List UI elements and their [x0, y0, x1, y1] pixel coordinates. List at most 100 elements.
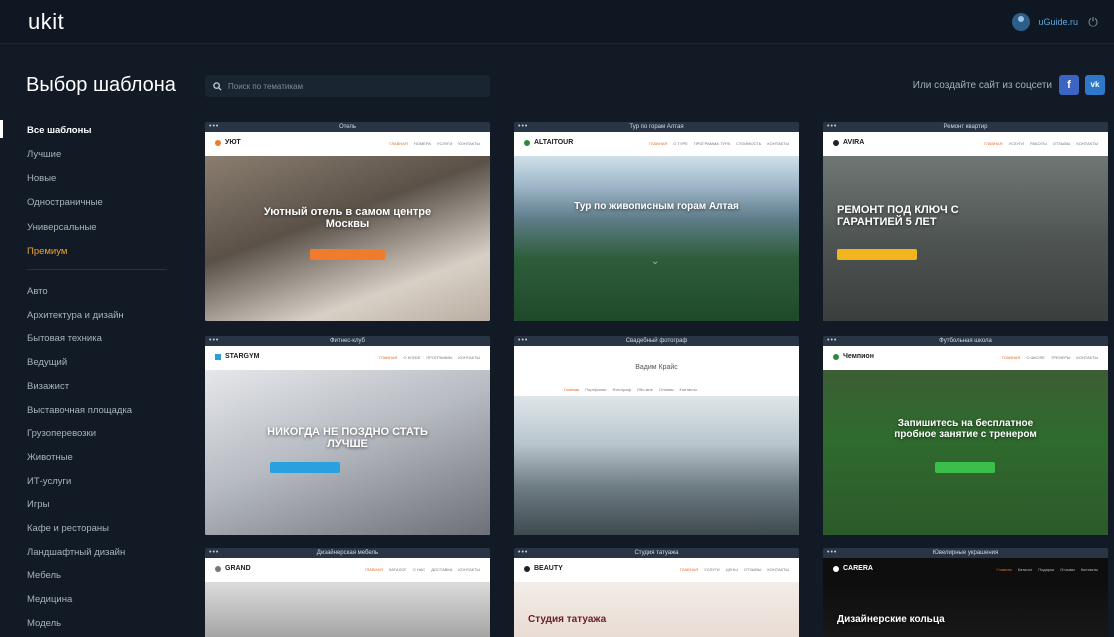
preview-nav-link: КОНТАКТЫ: [767, 141, 789, 146]
sidebar-category[interactable]: ИТ-услуги: [27, 476, 71, 487]
preview-hero: [205, 582, 490, 637]
preview-hero: [514, 396, 799, 535]
preview-nav: Чемпион ГЛАВНАЯ О ШКОЛЕ ТРЕНЕРЫ КОНТАКТЫ: [823, 346, 1108, 370]
template-preview: ALTAITOUR ГЛАВНАЯ О ТУРЕ ПРОГРАММА ТУРА СТОИ…: [514, 132, 799, 321]
preview-nav-links: Главная Портфолио Фотограф Обо мне Отзывы Кон…: [564, 387, 697, 392]
preview-nav-link: Контакты: [679, 387, 697, 392]
template-card[interactable]: ••• Тур по горам Алтая ALTAITOUR ГЛАВНАЯ О Т…: [514, 122, 799, 321]
preview-nav-link: Каталог: [1017, 567, 1033, 572]
sidebar-category[interactable]: Кафе и рестораны: [27, 523, 109, 534]
card-header: ••• Тур по горам Алтая: [514, 122, 799, 132]
preview-nav-link: КАТАЛОГ: [388, 567, 407, 572]
template-card[interactable]: ••• Фитнес-клуб STARGYM ГЛАВНАЯ О КЛУБЕ ПРОГР…: [205, 336, 490, 535]
sidebar-category[interactable]: Архитектура и дизайн: [27, 310, 124, 321]
sidebar-category[interactable]: Ландшафтный дизайн: [27, 547, 125, 558]
preview-nav-links: ГЛАВНАЯ НОМЕРА УСЛУГИ КОНТАКТЫ: [389, 141, 480, 146]
preview-nav-link: Фотограф: [612, 387, 631, 392]
preview-nav: AVIRA ГЛАВНАЯ УСЛУГИ РАБОТЫ ОТЗЫВЫ КОНТАКТЫ: [823, 132, 1108, 156]
sidebar-category[interactable]: Животные: [27, 452, 73, 463]
template-card[interactable]: ••• Свадебный фотограф Вадим Крайс Главная П…: [514, 336, 799, 535]
preview-nav-link: Подарки: [1038, 567, 1055, 572]
preview-nav-link: ГЛАВНАЯ: [648, 141, 668, 146]
preview-brand: BEAUTY: [524, 565, 563, 572]
preview-nav-link: ОТЗЫВЫ: [1052, 141, 1071, 146]
preview-nav: CARERA Главная Каталог Подарки Отзывы Контакт…: [823, 558, 1108, 582]
sidebar-category[interactable]: Выставочная площадка: [27, 405, 132, 416]
template-card[interactable]: ••• Футбольная школа Чемпион ГЛАВНАЯ О ШКОЛЕ…: [823, 336, 1108, 535]
facebook-button[interactable]: f: [1059, 75, 1079, 95]
preview-nav-link: РАБОТЫ: [1029, 141, 1047, 146]
brand-name: GRAND: [225, 565, 251, 572]
preview-cta-button: [270, 462, 340, 473]
brand-logo-icon: [215, 139, 221, 146]
sidebar-item[interactable]: Новые: [27, 173, 56, 184]
preview-nav-link: СТОИМОСТЬ: [736, 141, 762, 146]
card-header: ••• Футбольная школа: [823, 336, 1108, 346]
card-header: ••• Отель: [205, 122, 490, 132]
brand-logo-icon: [524, 139, 530, 146]
template-card[interactable]: ••• Дизайнерская мебель GRAND ГЛАВНАЯ КАТАЛО…: [205, 548, 490, 637]
brand-name: BEAUTY: [534, 565, 563, 572]
card-header: ••• Студия татуажа: [514, 548, 799, 558]
sidebar-category[interactable]: Модель: [27, 618, 61, 629]
sidebar-category[interactable]: Игры: [27, 499, 49, 510]
preview-cta-button: [310, 249, 385, 260]
sidebar-item[interactable]: Одностраничные: [27, 197, 103, 208]
preview-nav-link: ГЛАВНАЯ: [1001, 355, 1021, 360]
power-icon[interactable]: ⏻: [1086, 15, 1100, 29]
preview-nav-link: КОНТАКТЫ: [767, 567, 789, 572]
brand-name: УЮТ: [225, 139, 241, 146]
avatar-icon[interactable]: [1012, 13, 1031, 31]
preview-hero-title: Уютный отель в самом центре Москвы: [263, 206, 432, 230]
sidebar-item[interactable]: Лучшие: [27, 149, 61, 160]
brand-logo-icon: [833, 353, 839, 360]
search-input[interactable]: [228, 81, 478, 91]
template-preview: CARERA Главная Каталог Подарки Отзывы Контакт…: [823, 558, 1108, 637]
preview-nav-link: КОНТАКТЫ: [1076, 141, 1098, 146]
user-menu[interactable]: uGuide.ru ⏻: [1012, 13, 1100, 31]
preview-nav-link: О КЛУБЕ: [403, 355, 421, 360]
template-card[interactable]: ••• Студия татуажа BEAUTY ГЛАВНАЯ УСЛУГИ ЦЕНЫ…: [514, 548, 799, 637]
template-card[interactable]: ••• Ремонт квартир AVIRA ГЛАВНАЯ УСЛУГИ РАБОТ…: [823, 122, 1108, 321]
ukit-logo[interactable]: ukit: [28, 9, 64, 35]
preview-nav-link: ГЛАВНАЯ: [364, 567, 383, 572]
sidebar-category[interactable]: Медицина: [27, 594, 72, 605]
sidebar-category[interactable]: Бытовая техника: [27, 333, 102, 344]
sidebar-category[interactable]: Грузоперевозки: [27, 428, 96, 439]
sidebar-divider: [27, 269, 167, 270]
preview-nav-link: ДОСТАВКА: [431, 567, 453, 572]
preview-nav-links: ГЛАВНАЯ УСЛУГИ ЦЕНЫ ОТЗЫВЫ КОНТАКТЫ: [680, 567, 789, 572]
template-card[interactable]: ••• Отель УЮТ ГЛАВНАЯ НОМЕРА УСЛУГИ КОНТАКТЫ Ую…: [205, 122, 490, 321]
preview-nav-links: ГЛАВНАЯ О КЛУБЕ ПРОГРАММЫ КОНТАКТЫ: [379, 355, 480, 360]
vk-button[interactable]: vk: [1085, 75, 1105, 95]
sidebar-category[interactable]: Ведущий: [27, 357, 67, 368]
search-box[interactable]: [205, 75, 490, 97]
sidebar-item[interactable]: Универсальные: [27, 222, 97, 233]
preview-nav-link: Отзывы: [658, 387, 674, 392]
preview-brand: CARERA: [833, 565, 873, 572]
card-title: Отель: [338, 124, 357, 130]
preview-nav-link: Портфолио: [585, 387, 607, 392]
card-header: ••• Свадебный фотограф: [514, 336, 799, 346]
preview-brand: Чемпион: [833, 353, 874, 360]
card-title: Фитнес-клуб: [329, 338, 365, 344]
sidebar-item[interactable]: Премиум: [27, 246, 67, 257]
sidebar-category[interactable]: Визажист: [27, 381, 69, 392]
sidebar-item[interactable]: Все шаблоны: [27, 125, 91, 136]
template-preview: Вадим Крайс Главная Портфолио Фотограф Обо м…: [514, 346, 799, 535]
preview-brand: УЮТ: [215, 139, 241, 146]
preview-nav-links: ГЛАВНАЯ О ШКОЛЕ ТРЕНЕРЫ КОНТАКТЫ: [1002, 355, 1098, 360]
template-preview: STARGYM ГЛАВНАЯ О КЛУБЕ ПРОГРАММЫ КОНТАКТЫ НИ…: [205, 346, 490, 535]
brand-logo-icon: [215, 353, 221, 360]
template-card[interactable]: ••• Ювелирные украшения CARERA Главная Катал…: [823, 548, 1108, 637]
sidebar-category[interactable]: Авто: [27, 286, 48, 297]
card-title: Ювелирные украшения: [932, 550, 999, 556]
username-link[interactable]: uGuide.ru: [1038, 17, 1078, 27]
preview-hero: Тур по живописным горам Алтая ⌄: [514, 156, 799, 321]
template-preview: Чемпион ГЛАВНАЯ О ШКОЛЕ ТРЕНЕРЫ КОНТАКТЫ Запи…: [823, 346, 1108, 535]
preview-nav-link: О ТУРЕ: [673, 141, 688, 146]
sidebar-category[interactable]: Мебель: [27, 570, 61, 581]
brand-name: CARERA: [843, 565, 873, 572]
preview-nav: УЮТ ГЛАВНАЯ НОМЕРА УСЛУГИ КОНТАКТЫ: [205, 132, 490, 156]
preview-nav-link: Обо мне: [636, 387, 653, 392]
